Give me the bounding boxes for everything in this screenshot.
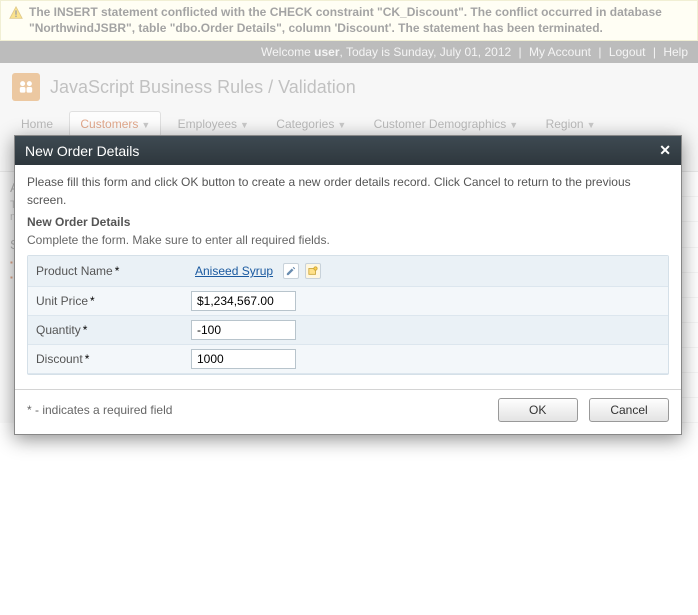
page-header: JavaScript Business Rules / Validation — [0, 63, 698, 107]
welcome-date: Sunday, July 01, 2012 — [393, 45, 511, 59]
quantity-label: Quantity* — [36, 321, 191, 339]
chevron-down-icon: ▼ — [240, 120, 249, 130]
welcome-user: user — [314, 45, 339, 59]
logout-link[interactable]: Logout — [609, 45, 646, 59]
warning-icon — [9, 6, 23, 20]
ok-button[interactable]: OK — [498, 398, 578, 422]
close-icon[interactable]: ✕ — [659, 142, 671, 159]
edit-icon[interactable] — [283, 263, 299, 279]
modal-title: New Order Details — [25, 143, 139, 159]
chevron-down-icon: ▼ — [509, 120, 518, 130]
date-prefix: , Today is — [340, 45, 394, 59]
chevron-down-icon: ▼ — [141, 120, 150, 130]
app-logo-icon — [12, 73, 40, 101]
discount-label: Discount* — [36, 350, 191, 368]
new-item-icon[interactable] — [305, 263, 321, 279]
required-note: * - indicates a required field — [27, 403, 172, 417]
tab-employees[interactable]: Employees▼ — [167, 111, 260, 137]
page-title: JavaScript Business Rules / Validation — [50, 77, 356, 98]
modal-intro: Please fill this form and click OK butto… — [27, 173, 669, 209]
tab-categories[interactable]: Categories▼ — [265, 111, 357, 137]
my-account-link[interactable]: My Account — [529, 45, 591, 59]
error-text: The INSERT statement conflicted with the… — [29, 5, 689, 36]
quantity-input[interactable] — [191, 320, 296, 340]
error-banner: The INSERT statement conflicted with the… — [0, 0, 698, 41]
tab-customer-demographics[interactable]: Customer Demographics▼ — [363, 111, 530, 137]
product-name-link[interactable]: Aniseed Syrup — [191, 260, 277, 282]
unit-price-input[interactable] — [191, 291, 296, 311]
modal-section-title: New Order Details — [27, 213, 669, 231]
tab-customers[interactable]: Customers▼ — [69, 111, 161, 137]
help-link[interactable]: Help — [663, 45, 688, 59]
modal-section-sub: Complete the form. Make sure to enter al… — [27, 231, 669, 249]
chevron-down-icon: ▼ — [337, 120, 346, 130]
discount-input[interactable] — [191, 349, 296, 369]
modal-header: New Order Details ✕ — [15, 136, 681, 165]
product-name-label: Product Name* — [36, 262, 191, 280]
chevron-down-icon: ▼ — [587, 120, 596, 130]
order-details-form: Product Name* Aniseed Syrup Unit Price* … — [27, 255, 669, 375]
tab-region[interactable]: Region▼ — [535, 111, 607, 137]
welcome-prefix: Welcome — [261, 45, 314, 59]
cancel-button[interactable]: Cancel — [589, 398, 669, 422]
unit-price-label: Unit Price* — [36, 292, 191, 310]
welcome-bar: Welcome user, Today is Sunday, July 01, … — [0, 41, 698, 63]
tab-home[interactable]: Home — [10, 111, 64, 137]
new-order-details-modal: New Order Details ✕ Please fill this for… — [14, 135, 682, 435]
